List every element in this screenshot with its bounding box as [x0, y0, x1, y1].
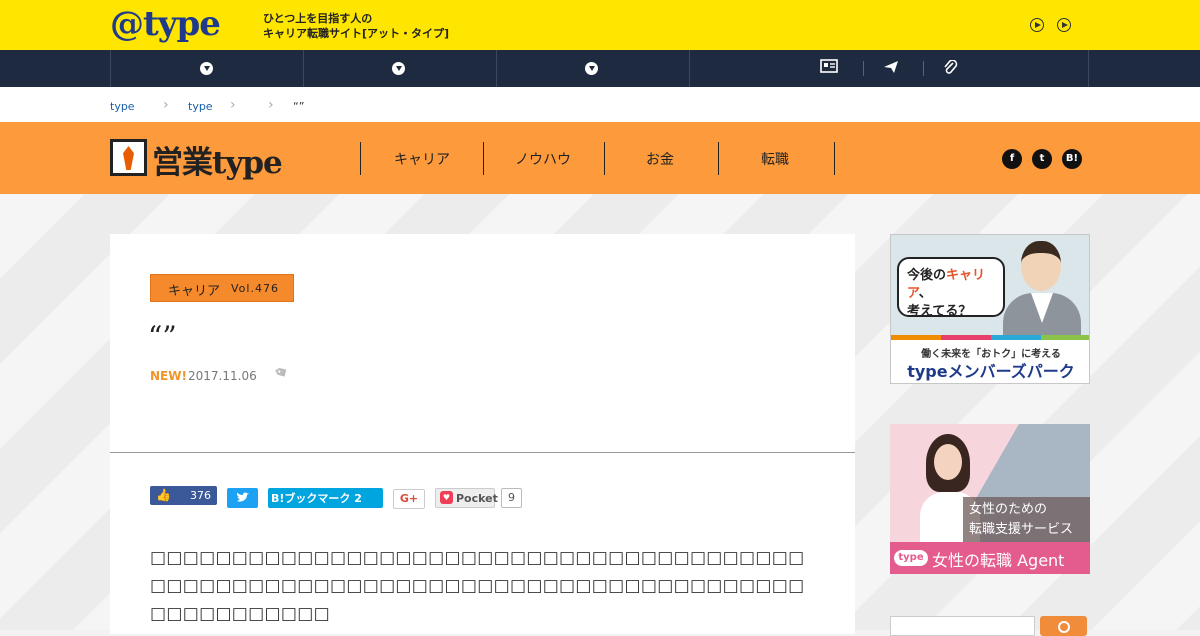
menu-money[interactable]: お金 — [646, 149, 674, 169]
bubble-text: 考えてる？ — [907, 304, 972, 319]
tagline-line2: キャリア転職サイト[アット・タイプ] — [263, 27, 450, 40]
article-card: キャリア Vol.476 “” NEW! 2017.11.06 👍 376 B!… — [110, 234, 855, 634]
hatena-bookmark-button[interactable]: B!ブックマーク 2 — [268, 488, 383, 508]
banner-caption: 働く未来を「おトク」に考える typeメンバーズパーク — [891, 340, 1089, 383]
businessman-illustration — [1003, 241, 1081, 347]
category-badge[interactable]: キャリア Vol.476 — [150, 274, 294, 302]
divider — [360, 142, 361, 175]
divider — [834, 142, 835, 175]
women-agent-banner[interactable]: 女性のための 転職支援サービス type 女性の転職 Agent — [890, 424, 1090, 574]
breadcrumb-link[interactable]: type — [110, 100, 135, 113]
article-body: □□□□□□□□□□□□□□□□□□□□□□□□□□□□□□□□□□□□□□□□… — [150, 548, 805, 624]
bubble-text: 今後の — [907, 268, 947, 283]
nav-tools — [689, 50, 1089, 87]
tagline: ひとつ上を目指す人の キャリア転職サイト[アット・タイプ] — [263, 11, 449, 41]
twitter-icon — [236, 492, 250, 506]
divider — [604, 142, 605, 175]
category-label: キャリア — [168, 284, 221, 299]
site-header: 営業type キャリア ノウハウ お金 転職 f t B! — [0, 122, 1200, 194]
divider — [923, 61, 924, 76]
breadcrumb: type › type › › “” — [0, 87, 1200, 122]
search-button[interactable] — [1040, 616, 1087, 636]
nav-dropdown-3[interactable] — [496, 50, 689, 87]
breadcrumb-current: “” — [293, 100, 305, 113]
volume-label: Vol.476 — [231, 282, 279, 295]
agent-title: 女性の転職 Agent — [932, 551, 1065, 570]
bubble-text: 、 — [918, 286, 932, 301]
paper-plane-icon[interactable] — [883, 60, 899, 78]
chevron-down-icon — [585, 62, 598, 75]
chevron-down-icon — [392, 62, 405, 75]
menu-career[interactable]: キャリア — [394, 149, 450, 169]
pocket-button[interactable]: ♥ Pocket — [435, 488, 498, 508]
type-pill-logo: type — [894, 550, 928, 566]
publish-date: 2017.11.06 — [188, 369, 257, 383]
necktie-icon — [110, 139, 147, 176]
banner-footer: type 女性の転職 Agent — [890, 542, 1090, 574]
google-plus-button[interactable]: G+ — [393, 489, 425, 509]
divider — [863, 61, 864, 76]
members-park-banner[interactable]: 今後のキャリア、 考えてる？ 働く未来を「おトク」に考える typeメンバーズパ… — [890, 234, 1090, 384]
menu-jobchange[interactable]: 転職 — [761, 149, 789, 169]
article-title: “” — [148, 320, 177, 353]
speech-bubble: 今後のキャリア、 考えてる？ — [897, 257, 1005, 319]
facebook-like-button[interactable]: 👍 376 — [150, 486, 217, 505]
chevron-right-icon: › — [268, 97, 274, 113]
nav-dropdown-2[interactable] — [303, 50, 496, 87]
divider — [483, 142, 484, 175]
play-circle-icon[interactable] — [1057, 18, 1071, 32]
caption-line2: typeメンバーズパーク — [907, 362, 1075, 381]
menu-knowhow[interactable]: ノウハウ — [515, 149, 571, 169]
chevron-right-icon: › — [163, 97, 169, 113]
chevron-right-icon: › — [230, 97, 236, 113]
pocket-count: 9 — [501, 488, 522, 508]
nav-dropdown-1[interactable] — [110, 50, 303, 87]
tweet-button[interactable] — [227, 488, 258, 508]
site-logo-text: 営業type — [152, 145, 283, 181]
divider — [110, 452, 855, 453]
search-input[interactable] — [890, 616, 1035, 636]
hatena-bookmark-icon[interactable]: B! — [1062, 149, 1082, 169]
new-badge: NEW! — [150, 369, 187, 383]
pocket-icon: ♥ — [440, 491, 453, 504]
tag-icon — [274, 364, 292, 384]
thumbs-up-icon: 👍 — [156, 488, 171, 502]
at-type-logo[interactable]: @type — [110, 4, 221, 44]
banner-line1: 女性のための — [969, 502, 1048, 517]
chevron-down-icon — [200, 62, 213, 75]
play-circle-icon[interactable] — [1030, 18, 1044, 32]
banner-line2: 転職支援サービス — [969, 522, 1074, 537]
tagline-line1: ひとつ上を目指す人の — [263, 12, 373, 25]
banner-text: 女性のための 転職支援サービス — [963, 497, 1090, 543]
like-count: 376 — [190, 489, 211, 502]
global-nav — [0, 50, 1200, 87]
divider — [718, 142, 719, 175]
hatena-bookmark-label: B!ブックマーク 2 — [271, 492, 362, 505]
paperclip-icon[interactable] — [944, 59, 958, 79]
facebook-icon[interactable]: f — [1002, 149, 1022, 169]
pocket-label: Pocket — [456, 492, 498, 505]
twitter-icon[interactable]: t — [1032, 149, 1052, 169]
id-card-icon[interactable] — [820, 59, 838, 77]
top-bar: @type ひとつ上を目指す人の キャリア転職サイト[アット・タイプ] — [0, 0, 1200, 50]
breadcrumb-link[interactable]: type — [188, 100, 213, 113]
